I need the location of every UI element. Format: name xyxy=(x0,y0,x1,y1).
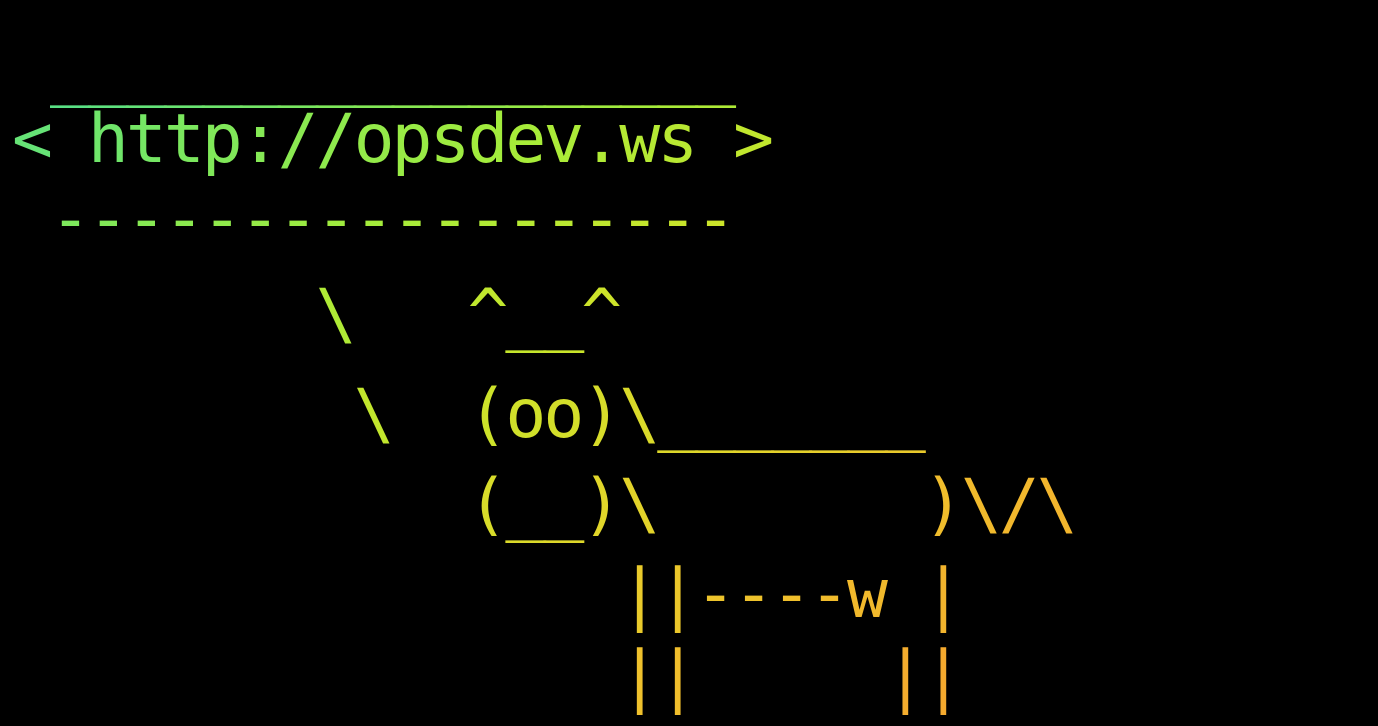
cow-feet-line: || || xyxy=(619,637,964,716)
cow-body-line: (__)\ )\/\ xyxy=(467,465,1077,544)
cow-legs-line: ||----w | xyxy=(619,555,964,634)
speech-bubble-text: < http://opsdev.ws > xyxy=(12,100,774,179)
cow-ears-line: \ ^__^ xyxy=(315,275,623,354)
terminal-window: __________________ < http://opsdev.ws > -… xyxy=(0,0,1378,726)
speech-bubble-top-border: __________________ xyxy=(49,30,736,109)
cow-face-line: \ (oo)\_______ xyxy=(353,375,926,454)
speech-bubble-bottom-border: ------------------ xyxy=(49,180,736,259)
